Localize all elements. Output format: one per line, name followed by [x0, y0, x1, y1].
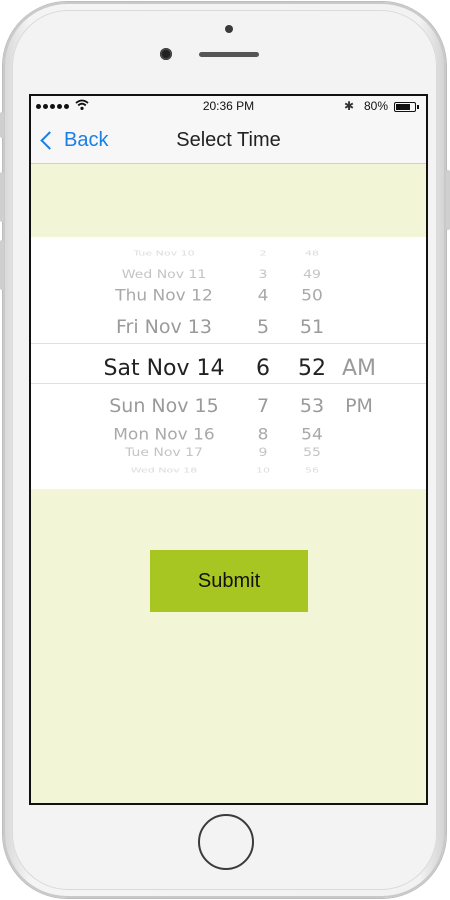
- screen: 20:36 PM ✱ 80% Back Select Time Tue Nov …: [29, 94, 428, 805]
- page-title: Select Time: [176, 129, 281, 151]
- period-option[interactable]: AM: [334, 358, 384, 380]
- mute-switch: [0, 112, 4, 138]
- battery-percentage: 80%: [363, 99, 388, 113]
- status-bar: 20:36 PM ✱ 80%: [31, 96, 426, 118]
- minute-option[interactable]: 48: [292, 250, 332, 257]
- battery-icon: [394, 102, 419, 112]
- hour-option[interactable]: 3: [248, 269, 278, 280]
- minute-option[interactable]: 51: [292, 318, 332, 337]
- minute-option[interactable]: 53: [292, 397, 332, 416]
- date-option[interactable]: Sun Nov 15: [89, 397, 239, 416]
- selection-bottom-line: [31, 383, 426, 384]
- date-option[interactable]: Thu Nov 12: [89, 288, 239, 305]
- date-option[interactable]: Tue Nov 17: [89, 447, 239, 458]
- date-option[interactable]: Mon Nov 16: [89, 427, 239, 444]
- minute-option[interactable]: 50: [292, 288, 332, 305]
- minute-option[interactable]: 56: [292, 467, 332, 474]
- hour-option[interactable]: 5: [248, 318, 278, 337]
- hour-option[interactable]: 7: [248, 397, 278, 416]
- volume-up-button: [0, 172, 4, 222]
- volume-down-button: [0, 240, 4, 290]
- navigation-bar: Back Select Time: [31, 118, 426, 164]
- battery-fill: [396, 104, 411, 110]
- date-option[interactable]: Tue Nov 10: [89, 250, 239, 257]
- home-button[interactable]: [198, 814, 254, 870]
- minute-option[interactable]: 54: [292, 427, 332, 444]
- header-spacer: [31, 164, 426, 237]
- hour-option[interactable]: 4: [248, 288, 278, 305]
- proximity-sensor: [225, 25, 233, 33]
- hour-option[interactable]: 2: [248, 250, 278, 257]
- front-camera: [160, 48, 172, 60]
- earpiece-speaker: [199, 52, 259, 57]
- date-time-picker[interactable]: Tue Nov 10 Wed Nov 11 Thu Nov 12 Fri Nov 13…: [31, 237, 426, 489]
- minute-option[interactable]: 55: [292, 447, 332, 458]
- hour-option[interactable]: 8: [248, 427, 278, 444]
- date-option[interactable]: Sat Nov 14: [89, 358, 239, 380]
- bluetooth-icon: ✱: [343, 99, 354, 113]
- date-option[interactable]: Wed Nov 18: [89, 467, 239, 474]
- power-button: [446, 170, 450, 230]
- period-option[interactable]: PM: [334, 397, 384, 416]
- date-option[interactable]: Fri Nov 13: [89, 318, 239, 337]
- hour-option[interactable]: 10: [248, 467, 278, 474]
- hour-option[interactable]: 9: [248, 447, 278, 458]
- minute-option[interactable]: 49: [292, 269, 332, 280]
- selection-top-line: [31, 343, 426, 344]
- minute-option[interactable]: 52: [292, 358, 332, 380]
- date-option[interactable]: Wed Nov 11: [89, 269, 239, 280]
- submit-button[interactable]: Submit: [150, 550, 308, 612]
- hour-option[interactable]: 6: [248, 358, 278, 380]
